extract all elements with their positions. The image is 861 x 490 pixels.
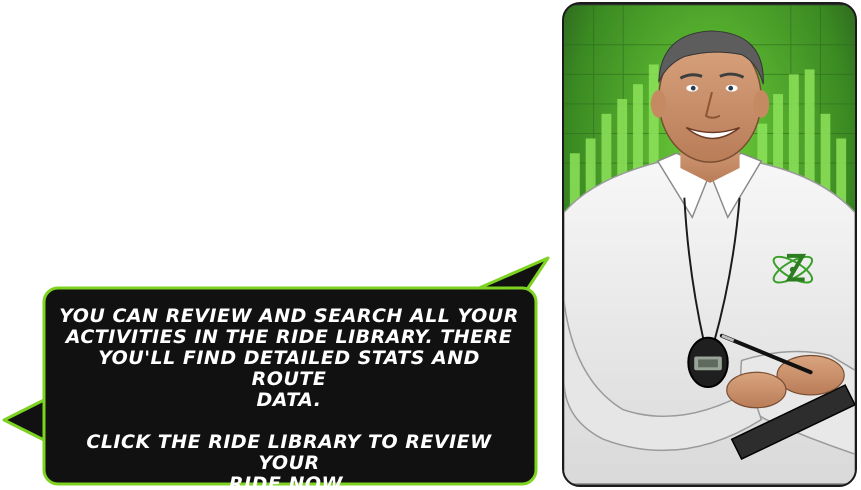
tutorial-screen: You can review and search all your activ…	[0, 0, 861, 490]
dialog-text: You can review and search all your activ…	[58, 306, 520, 490]
dialog-line-3: you'll find detailed stats and route	[98, 347, 480, 390]
dialog-line-2: activities in the Ride Library. There	[65, 326, 513, 348]
coach-illustration	[564, 5, 855, 485]
coach-portrait	[562, 2, 857, 487]
dialog-line-5: Click the Ride Library to review your	[86, 431, 492, 474]
dialog-line-6: ride now.	[228, 473, 350, 490]
dialog-line-4: data.	[256, 389, 322, 411]
dialog-line-1: You can review and search all your	[59, 305, 519, 327]
stopwatch-icon	[687, 336, 729, 389]
